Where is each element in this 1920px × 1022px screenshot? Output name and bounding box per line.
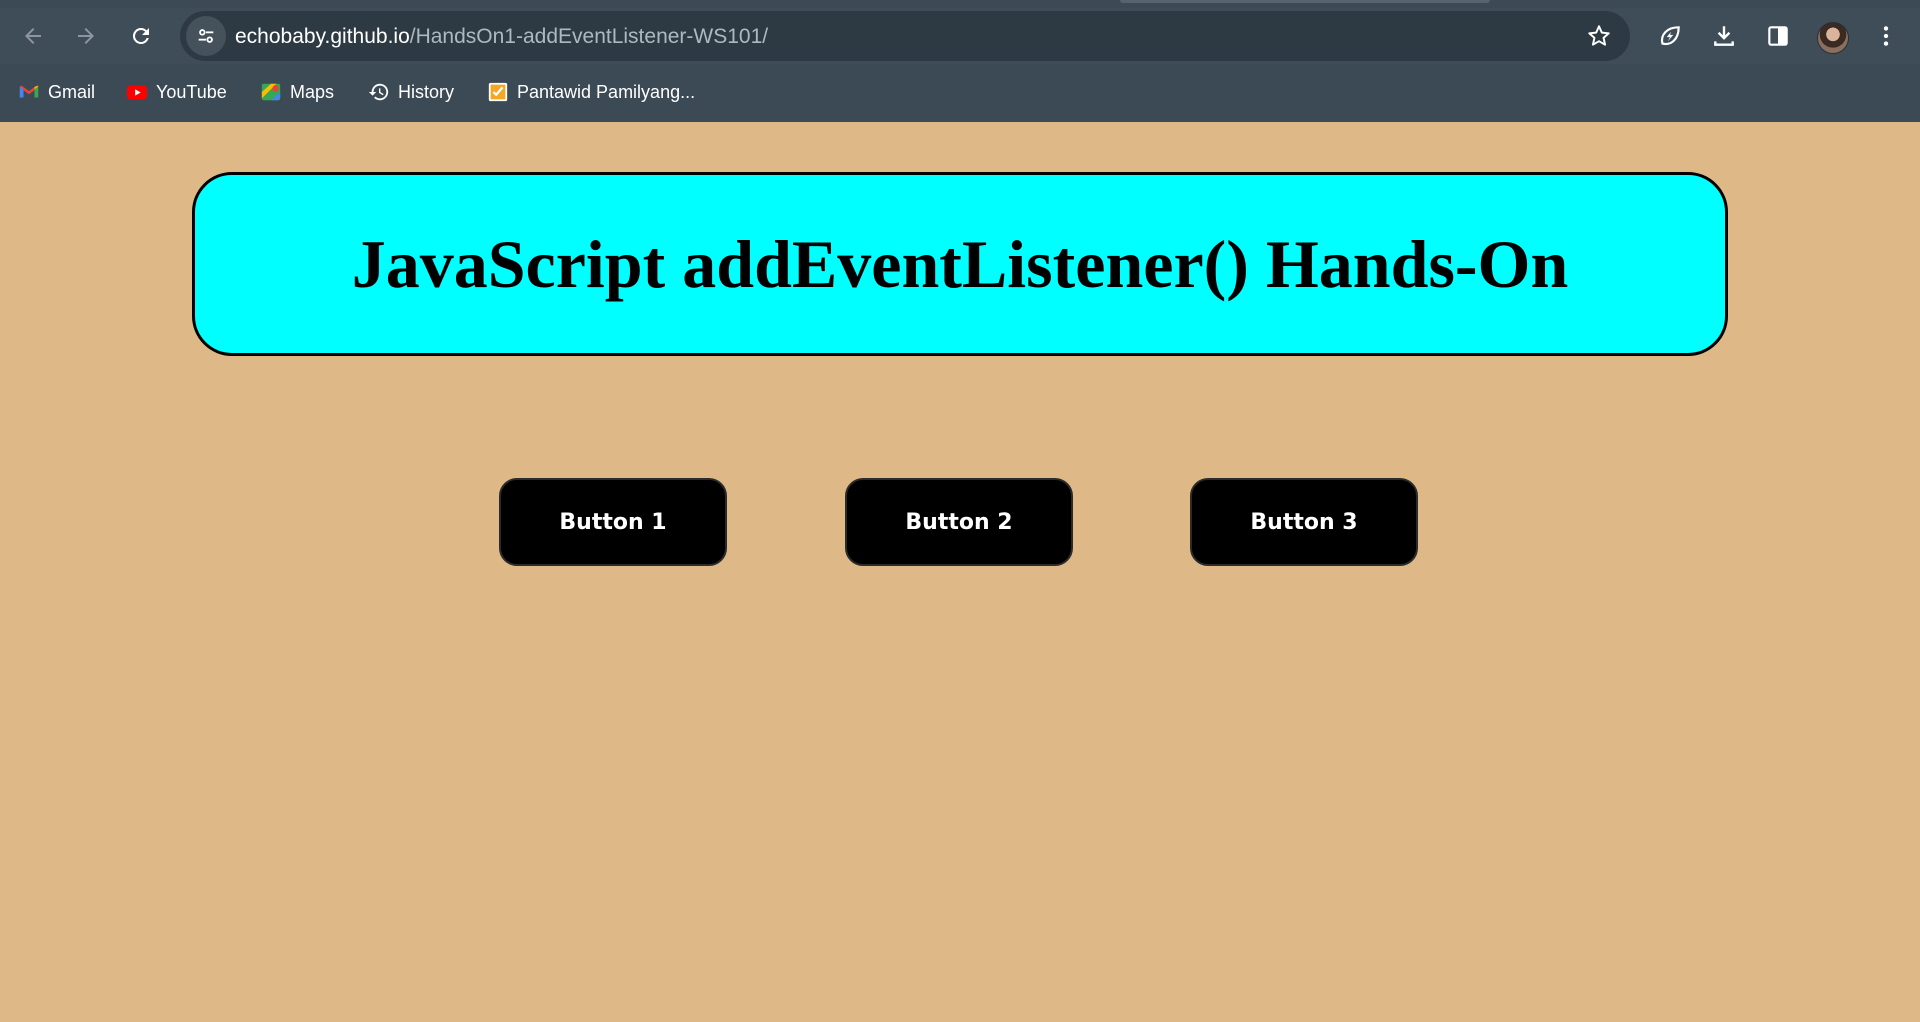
downloads-button[interactable] bbox=[1704, 16, 1744, 56]
bookmarks-bar: Gmail YouTube Maps History Pantawid Pami… bbox=[0, 72, 1920, 112]
side-panel-icon bbox=[1768, 26, 1788, 46]
arrow-left-icon bbox=[25, 28, 41, 44]
bookmark-youtube[interactable]: YouTube bbox=[126, 78, 227, 106]
url-host: echobaby.github.io bbox=[235, 25, 410, 48]
profile-avatar[interactable] bbox=[1817, 22, 1849, 54]
url-path: /HandsOn1-addEventListener-WS101/ bbox=[409, 25, 769, 48]
history-icon bbox=[368, 81, 390, 103]
bookmark-label: Pantawid Pamilyang... bbox=[517, 81, 696, 102]
bookmark-label: YouTube bbox=[156, 81, 227, 102]
browser-menu-button[interactable] bbox=[1866, 16, 1906, 56]
bookmark-pantawid[interactable]: Pantawid Pamilyang... bbox=[487, 78, 695, 106]
browser-toolbar: echobaby.github.io/HandsOn1-addEventList… bbox=[0, 8, 1920, 64]
download-icon bbox=[1714, 26, 1734, 46]
heading-banner: JavaScript addEventListener() Hands-On bbox=[192, 172, 1728, 356]
side-panel-button[interactable] bbox=[1758, 16, 1798, 56]
maps-icon bbox=[260, 81, 282, 103]
gmail-icon bbox=[18, 81, 40, 103]
checklist-icon bbox=[487, 81, 509, 103]
star-icon bbox=[1588, 25, 1610, 46]
bookmark-star-button[interactable] bbox=[1584, 21, 1614, 51]
reload-icon bbox=[132, 27, 149, 44]
bookmark-maps[interactable]: Maps bbox=[260, 78, 334, 106]
reload-button[interactable] bbox=[121, 16, 161, 56]
bookmark-label: Gmail bbox=[48, 81, 96, 102]
tune-icon bbox=[198, 29, 214, 43]
youtube-icon bbox=[126, 81, 148, 103]
bookmark-label: History bbox=[398, 81, 455, 102]
arrow-right-icon bbox=[78, 28, 94, 44]
bookmark-gmail[interactable]: Gmail bbox=[18, 78, 95, 106]
bookmark-history[interactable]: History bbox=[368, 78, 454, 106]
site-info-button[interactable] bbox=[186, 16, 226, 56]
active-tab-edge[interactable] bbox=[1120, 0, 1490, 3]
page-content: JavaScript addEventListener() Hands-On B… bbox=[0, 122, 1920, 1022]
performance-button[interactable] bbox=[1650, 16, 1690, 56]
browser-chrome: echobaby.github.io/HandsOn1-addEventList… bbox=[0, 0, 1920, 122]
address-bar[interactable]: echobaby.github.io/HandsOn1-addEventList… bbox=[180, 11, 1630, 61]
bookmark-label: Maps bbox=[290, 81, 335, 102]
button-1[interactable]: Button 1 bbox=[499, 478, 727, 566]
button-3[interactable]: Button 3 bbox=[1190, 478, 1418, 566]
url-text[interactable]: echobaby.github.io/HandsOn1-addEventList… bbox=[235, 25, 768, 49]
button-2[interactable]: Button 2 bbox=[845, 478, 1073, 566]
forward-button[interactable] bbox=[66, 16, 106, 56]
leaf-bolt-icon bbox=[1660, 26, 1680, 46]
back-button[interactable] bbox=[13, 16, 53, 56]
kebab-menu-icon bbox=[1883, 26, 1889, 46]
page-title: JavaScript addEventListener() Hands-On bbox=[351, 225, 1569, 302]
